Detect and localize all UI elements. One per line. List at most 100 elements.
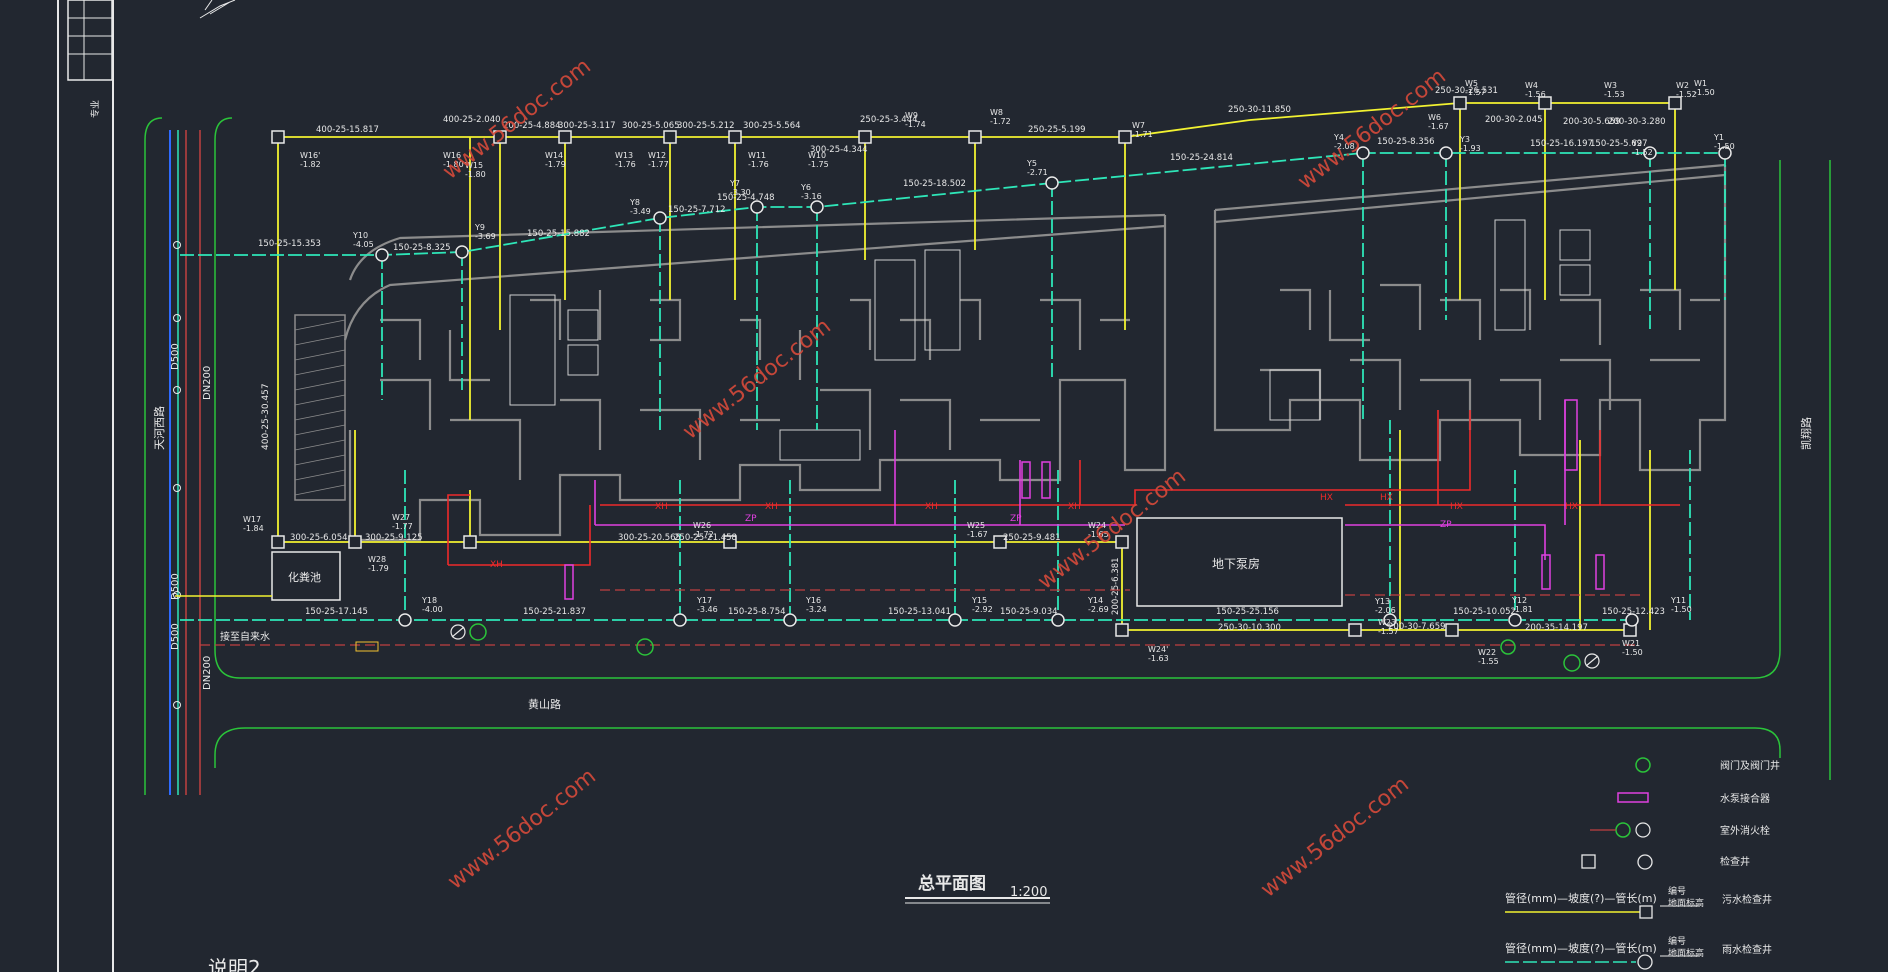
rain-well-elevation: -3.49 <box>630 207 651 216</box>
legend-hydrant-icon <box>1615 822 1631 838</box>
svg-text:HX: HX <box>1320 493 1333 503</box>
sewer-well-id: W6 <box>1428 113 1441 122</box>
rain-well-elevation: -1.93 <box>1460 144 1481 153</box>
road-name-right: 凯翔路 <box>1799 417 1813 450</box>
water-meter-icon <box>355 641 379 652</box>
sewer-well-elevation: -1.76 <box>748 160 769 169</box>
rain-well-elevation: -1.52 <box>1632 148 1653 157</box>
sewer-well-id: W23 <box>1378 618 1396 627</box>
sewer-well-id: W22 <box>1478 648 1496 657</box>
sewer-well-elevation: -1.67 <box>967 530 988 539</box>
sewer-pipe-annotation: 300-25-6.054 <box>290 533 348 543</box>
sewer-well-id: W26 <box>693 521 711 530</box>
rain-well-elevation: -3.69 <box>475 232 496 241</box>
sewer-well-elevation: -1.84 <box>243 524 264 533</box>
sewer-well-elevation: -1.72 <box>990 117 1011 126</box>
svg-text:XH: XH <box>655 502 668 512</box>
sewer-pipe-annotation: 250-30-11.850 <box>1228 105 1291 115</box>
sewer-well-elevation: -1.57 <box>1465 88 1486 97</box>
sewer-well-id: W12 <box>648 151 666 160</box>
sewer-well-elevation: -1.71 <box>1132 130 1153 139</box>
rain-well-elevation: -3.24 <box>806 605 827 614</box>
rain-pipe-annotation: 150-25-9.034 <box>1000 607 1058 617</box>
sewer-well-id: W2 <box>1676 81 1689 90</box>
sheet-frame: 专业 <box>57 0 236 972</box>
sewer-well-elevation: -1.82 <box>300 160 321 169</box>
left-utility-lines <box>169 130 201 795</box>
rain-well-elevation: -2.92 <box>972 605 993 614</box>
rain-well-id: Y9 <box>474 223 485 232</box>
sewer-pipe-annotation: 200-30-3.280 <box>1608 117 1666 127</box>
legend-valve-icon <box>1635 757 1651 773</box>
road-name-bottom: 黄山路 <box>528 697 561 711</box>
left-pipe-annotation: 400-25-30.457 <box>261 383 271 450</box>
rain-pipe-annotation: 150-25-8.356 <box>1377 137 1435 147</box>
legend-rain-formula: 管径(mm)—坡度(?)—管长(m) <box>1505 941 1657 955</box>
legend-round-well-icon <box>1637 854 1653 870</box>
sewer-well-id: W14 <box>545 151 563 160</box>
sewer-well-elevation: -1.75 <box>808 160 829 169</box>
rain-pipe-annotation: 150-25-5.697 <box>1590 139 1648 149</box>
rain-well-elevation: -1.81 <box>1512 605 1533 614</box>
rain-pipe-lines <box>180 152 1726 621</box>
sewer-well-elevation: -1.55 <box>1478 657 1499 666</box>
sewer-pipe-annotation: 250-25-5.199 <box>1028 125 1086 135</box>
rain-well-elevation: -2.06 <box>1375 606 1396 615</box>
legend-hydrant-label: 室外消火栓 <box>1720 824 1770 837</box>
sewer-well-id: W3 <box>1604 81 1617 90</box>
rain-well-id: Y16 <box>805 596 821 605</box>
rain-pipe-annotation: 150-25-10.052 <box>1453 607 1516 617</box>
sewer-well-id: W11 <box>748 151 766 160</box>
legend-valve-label: 阀门及阀门井 <box>1720 759 1780 772</box>
sewer-pipe-annotation: 250-30-10.300 <box>1218 623 1281 633</box>
rain-pipe-annotation: 150-25-15.353 <box>258 239 321 249</box>
sewer-well-id: W28 <box>368 555 386 564</box>
north-arrow-icon <box>199 0 236 19</box>
rain-pipe-annotation: 150-25-12.423 <box>1602 607 1665 617</box>
water-supply-lines <box>200 589 1640 646</box>
legend-adapter-label: 水泵接合器 <box>1720 792 1770 805</box>
rain-well-elevation: -3.16 <box>801 192 822 201</box>
rain-pipe-annotation: 150-25-24.814 <box>1170 153 1233 163</box>
legend-adapter-icon <box>1617 792 1649 803</box>
sewer-pipe-annotation: 200-25-6.381 <box>1111 557 1121 615</box>
sewer-pipe-annotation: 300-25-20.565 <box>618 533 681 543</box>
pipe-size-left-1: D500 <box>170 343 181 370</box>
septic-tank-label: 化粪池 <box>288 570 321 584</box>
sewer-well-elevation: -1.56 <box>1525 90 1546 99</box>
legend-well-label: 检查井 <box>1720 855 1750 868</box>
sewer-well-elevation: -1.76 <box>615 160 636 169</box>
sewer-well-elevation: -1.57 <box>1378 627 1399 636</box>
pipe-size-left-5: DN200 <box>202 656 213 690</box>
sewer-well-elevation: -1.67 <box>1428 122 1449 131</box>
sewer-pipe-annotation: 200-35-14.197 <box>1525 623 1588 633</box>
legend-sewer-formula: 管径(mm)—坡度(?)—管长(m) <box>1505 891 1657 905</box>
rain-well-id: Y8 <box>629 198 640 207</box>
rain-pipe-annotation: 150-25-16.197 <box>1530 139 1593 149</box>
rain-well-id: Y17 <box>696 596 712 605</box>
rain-well-id: Y11 <box>1670 596 1686 605</box>
sewer-well-id: W9 <box>905 111 918 120</box>
sewer-pipe-annotation: 300-25-5.212 <box>677 121 735 131</box>
sewer-well-id: W1 <box>1694 79 1707 88</box>
rain-well-elevation: -2.69 <box>1088 605 1109 614</box>
svg-text:ZP: ZP <box>745 514 757 524</box>
svg-text:专业: 专业 <box>89 100 101 118</box>
sewer-pipe-annotation: 400-25-15.817 <box>316 125 379 135</box>
svg-text:www.56doc.com: www.56doc.com <box>1256 772 1414 903</box>
pipe-size-left-2: DN200 <box>202 366 213 400</box>
rain-well-id: Y10 <box>352 231 368 240</box>
svg-text:地面标高: 地面标高 <box>1668 897 1704 909</box>
rain-well-id: Y7 <box>729 179 740 188</box>
inspection-wells <box>271 96 1732 637</box>
sewer-pipe-annotation: 300-25-5.065 <box>622 121 680 131</box>
svg-text:HX: HX <box>1380 493 1393 503</box>
rain-well-id: Y5 <box>1026 159 1037 168</box>
sewer-well-id: W8 <box>990 108 1003 117</box>
rain-pipe-annotation: 150-25-8.754 <box>728 607 786 617</box>
svg-text:XH: XH <box>490 560 503 570</box>
road-name-left: 天河西路 <box>153 406 166 450</box>
sewer-pipe-annotation: 300-25-3.117 <box>558 121 616 131</box>
pipe-size-left-4: D500 <box>170 623 181 650</box>
sewer-well-id: W16' <box>300 151 320 160</box>
